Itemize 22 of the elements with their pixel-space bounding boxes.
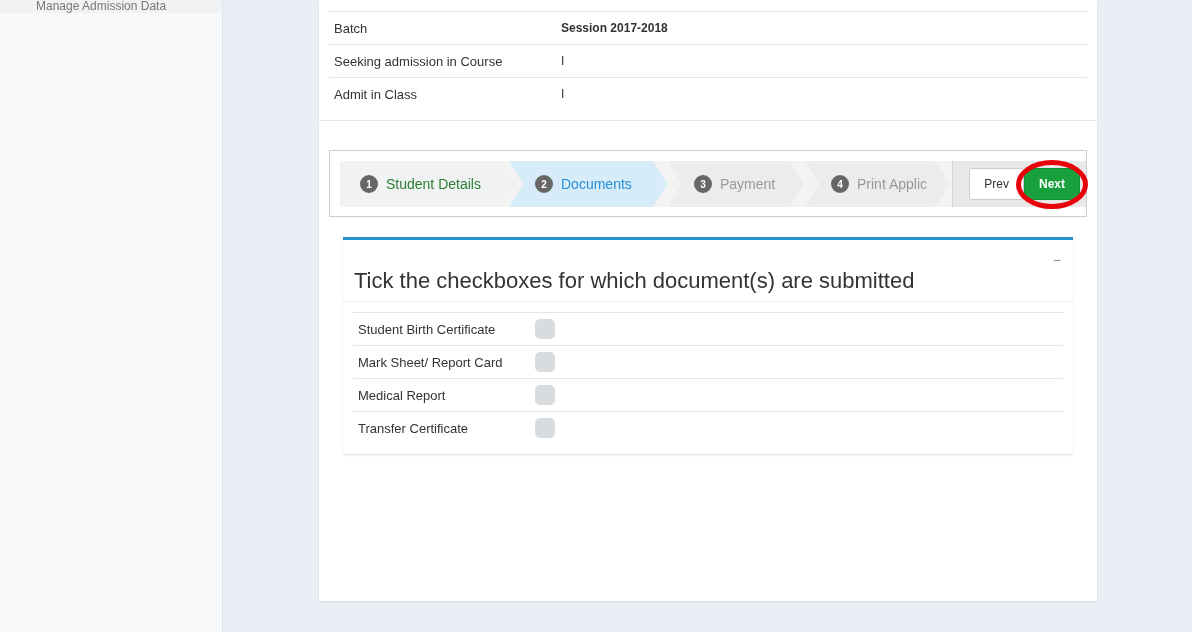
- prev-button[interactable]: Prev: [969, 168, 1024, 200]
- document-label: Medical Report: [357, 387, 447, 403]
- checkbox[interactable]: [535, 385, 555, 405]
- wizard-step[interactable]: 4 Print Applic: [805, 161, 949, 207]
- field-label: Seeking admission in Course: [333, 53, 504, 69]
- wizard-step[interactable]: 2 Documents: [509, 161, 667, 207]
- field-value: Session 2017-2018: [561, 21, 668, 35]
- document-label: Mark Sheet/ Report Card: [357, 354, 504, 370]
- checkbox[interactable]: [535, 319, 555, 339]
- field-label: Batch: [333, 20, 369, 36]
- document-label: Student Birth Certificate: [357, 321, 497, 337]
- field-label: Admit in Class: [333, 86, 419, 102]
- sidebar-item[interactable]: Manage Admission Data: [0, 0, 222, 13]
- panel-title: Tick the checkboxes for which document(s) are submitted: [354, 268, 915, 294]
- document-label: Transfer Certificate: [357, 420, 470, 436]
- field-value: I: [561, 87, 565, 101]
- checkbox[interactable]: [535, 352, 555, 372]
- field-value: I: [561, 54, 565, 68]
- wizard-step[interactable]: 3 Payment: [668, 161, 804, 207]
- checkbox[interactable]: [535, 418, 555, 438]
- collapse-button[interactable]: −: [1052, 254, 1061, 266]
- next-button[interactable]: Next: [1024, 168, 1080, 200]
